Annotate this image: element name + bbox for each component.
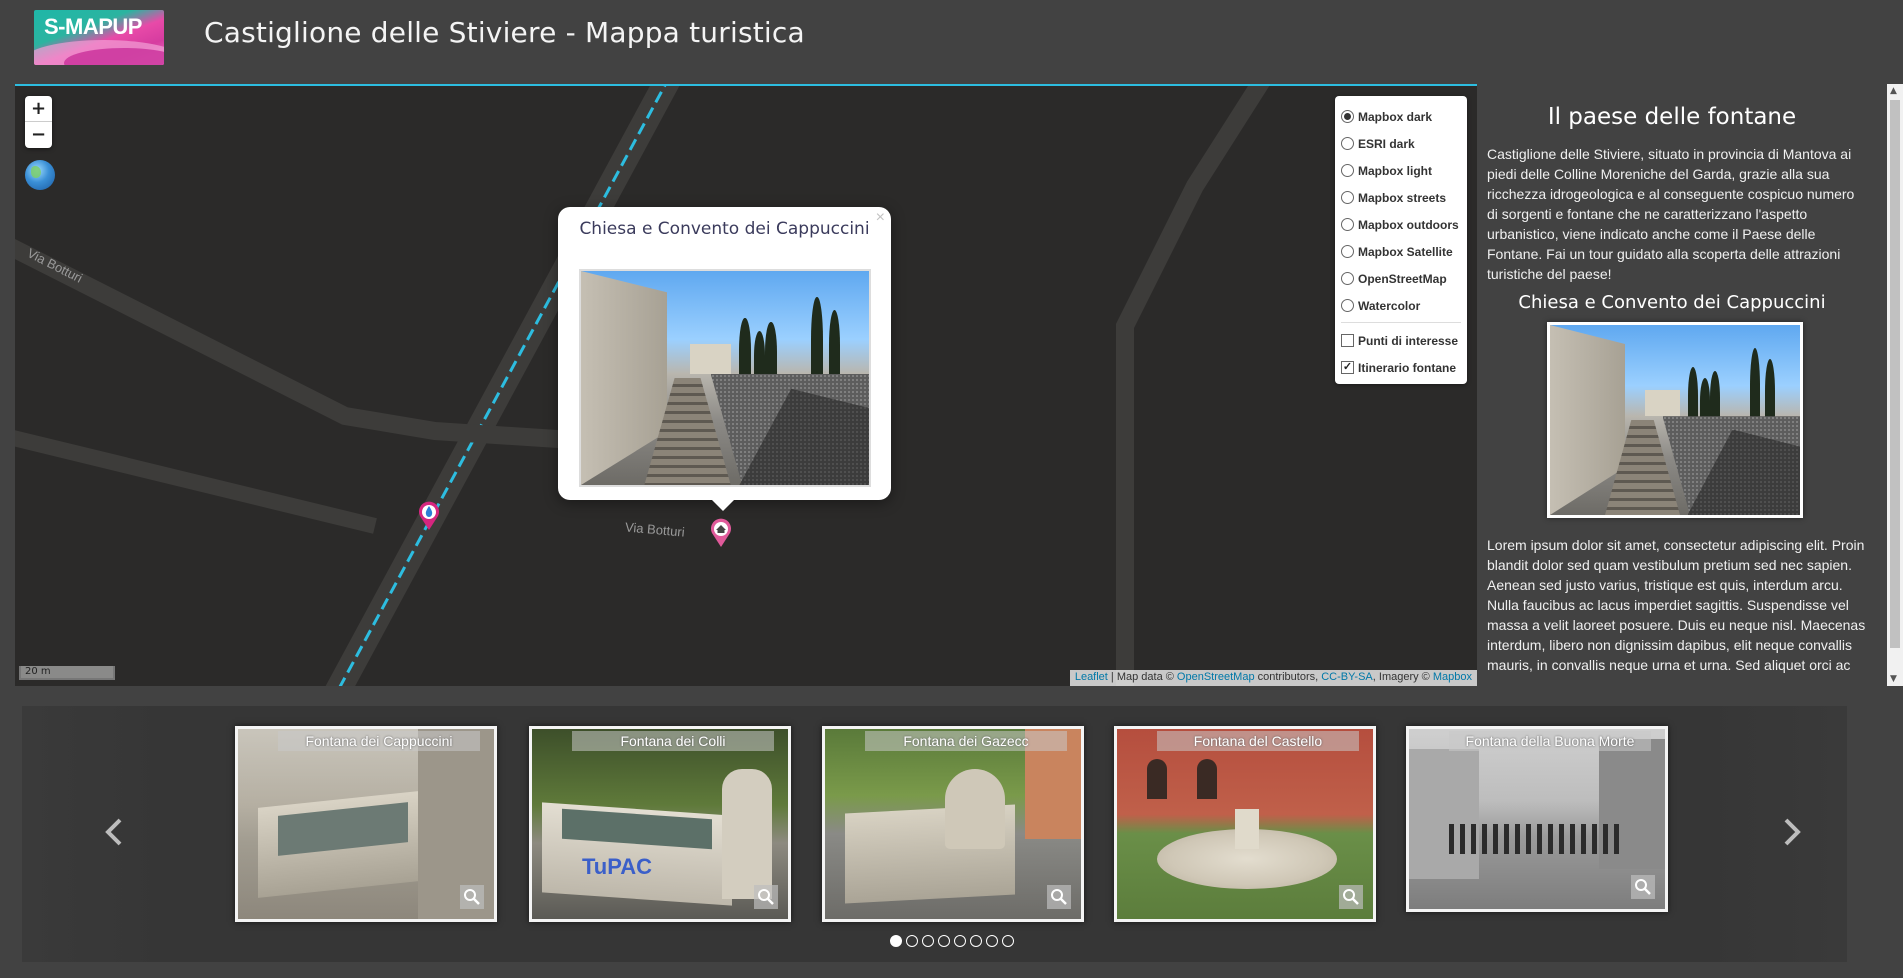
page-title: Castiglione delle Stiviere - Mappa turis… (204, 16, 805, 49)
layer-option-mapbox-dark[interactable]: Mapbox dark (1341, 103, 1461, 130)
radio-button[interactable] (1341, 137, 1354, 150)
scroll-down-arrow-icon[interactable]: ▼ (1890, 674, 1897, 684)
fountain-marker-icon[interactable] (418, 501, 440, 531)
scale-bar: 20 m (19, 666, 115, 680)
layer-option-watercolor[interactable]: Watercolor (1341, 292, 1461, 319)
popup-photo[interactable] (579, 269, 871, 487)
card-caption: Fontana della Buona Morte (1449, 731, 1651, 751)
radio-button[interactable] (1341, 272, 1354, 285)
card-caption: Fontana dei Gazecc (865, 731, 1067, 751)
page-dot[interactable] (954, 935, 966, 947)
mapbox-link[interactable]: Mapbox (1433, 671, 1472, 683)
zoom-out-button[interactable]: − (25, 122, 52, 148)
scrollbar-thumb[interactable] (1890, 100, 1900, 648)
logo-text: S-MAPUP (44, 14, 142, 39)
carousel-card[interactable]: TuPAC Fontana dei Colli (529, 726, 791, 922)
radio-button[interactable] (1341, 218, 1354, 231)
smapup-logo[interactable]: S-MAPUP (34, 10, 164, 65)
overlay-punti-di-interesse[interactable]: Punti di interesse (1341, 327, 1461, 354)
license-link[interactable]: CC-BY-SA (1321, 671, 1373, 683)
page-dot[interactable] (922, 935, 934, 947)
globe-icon[interactable] (25, 160, 55, 190)
magnify-icon[interactable] (460, 885, 484, 909)
checkbox[interactable]: ✓ (1341, 361, 1354, 374)
layer-option-openstreetmap[interactable]: OpenStreetMap (1341, 265, 1461, 292)
header: S-MAPUP Castiglione delle Stiviere - Map… (0, 0, 1903, 84)
magnify-icon[interactable] (1631, 875, 1655, 899)
sidebar-photo[interactable] (1547, 322, 1803, 518)
page-dot[interactable] (906, 935, 918, 947)
card-caption: Fontana dei Cappuccini (278, 731, 480, 751)
divider (1341, 322, 1461, 323)
popup-title: Chiesa e Convento dei Cappuccini (579, 219, 870, 239)
page-dot[interactable] (890, 935, 902, 947)
layer-option-mapbox-satellite[interactable]: Mapbox Satellite (1341, 238, 1461, 265)
magnify-icon[interactable] (1339, 885, 1363, 909)
radio-button[interactable] (1341, 110, 1354, 123)
sidebar-subtitle: Chiesa e Convento dei Cappuccini (1518, 292, 1826, 313)
sidebar-body-text: Lorem ipsum dolor sit amet, consectetur … (1487, 537, 1866, 673)
overlay-itinerario-fontane[interactable]: ✓ Itinerario fontane (1341, 354, 1461, 381)
page-dot[interactable] (938, 935, 950, 947)
osm-link[interactable]: OpenStreetMap (1177, 671, 1255, 683)
radio-button[interactable] (1341, 299, 1354, 312)
map-popup: × Chiesa e Convento dei Cappuccini (558, 207, 891, 500)
card-caption: Fontana dei Colli (572, 731, 774, 751)
page-dot[interactable] (1002, 935, 1014, 947)
carousel-card[interactable]: Fontana dei Gazecc (822, 726, 1084, 922)
page-dot[interactable] (970, 935, 982, 947)
layer-option-esri-dark[interactable]: ESRI dark (1341, 130, 1461, 157)
church-marker-icon[interactable] (710, 518, 732, 548)
radio-button[interactable] (1341, 164, 1354, 177)
popup-tip (712, 500, 734, 511)
layer-option-mapbox-outdoors[interactable]: Mapbox outdoors (1341, 211, 1461, 238)
layer-option-mapbox-streets[interactable]: Mapbox streets (1341, 184, 1461, 211)
carousel-prev-button[interactable] (102, 816, 124, 848)
card-caption: Fontana del Castello (1157, 731, 1359, 751)
magnify-icon[interactable] (754, 885, 778, 909)
scroll-up-arrow-icon[interactable]: ▲ (1890, 86, 1897, 96)
fountain-carousel: Fontana dei Cappuccini TuPAC Fontana dei… (22, 706, 1847, 962)
info-sidebar: Il paese delle fontane Castiglione delle… (1477, 84, 1887, 686)
page-dot[interactable] (986, 935, 998, 947)
carousel-card[interactable]: Fontana della Buona Morte (1406, 726, 1668, 912)
leaflet-link[interactable]: Leaflet (1075, 671, 1108, 683)
carousel-pagination (890, 935, 1018, 949)
magnify-icon[interactable] (1047, 885, 1071, 909)
chevron-left-icon (105, 818, 122, 846)
chevron-right-icon (1784, 818, 1801, 846)
checkbox[interactable] (1341, 334, 1354, 347)
radio-button[interactable] (1341, 245, 1354, 258)
sidebar-scrollbar[interactable]: ▲ ▼ (1887, 84, 1903, 686)
carousel-card[interactable]: Fontana dei Cappuccini (235, 726, 497, 922)
radio-button[interactable] (1341, 191, 1354, 204)
sidebar-title: Il paese delle fontane (1547, 104, 1797, 130)
sidebar-intro: Castiglione delle Stiviere, situato in p… (1487, 146, 1855, 282)
carousel-next-button[interactable] (1782, 816, 1804, 848)
map-attribution: Leaflet | Map data © OpenStreetMap contr… (1069, 670, 1477, 686)
zoom-in-button[interactable]: + (25, 96, 52, 122)
zoom-control: + − (25, 96, 52, 148)
layer-option-mapbox-light[interactable]: Mapbox light (1341, 157, 1461, 184)
carousel-card[interactable]: Fontana del Castello (1114, 726, 1376, 922)
layers-control: Mapbox dark ESRI dark Mapbox light Mapbo… (1335, 96, 1467, 384)
